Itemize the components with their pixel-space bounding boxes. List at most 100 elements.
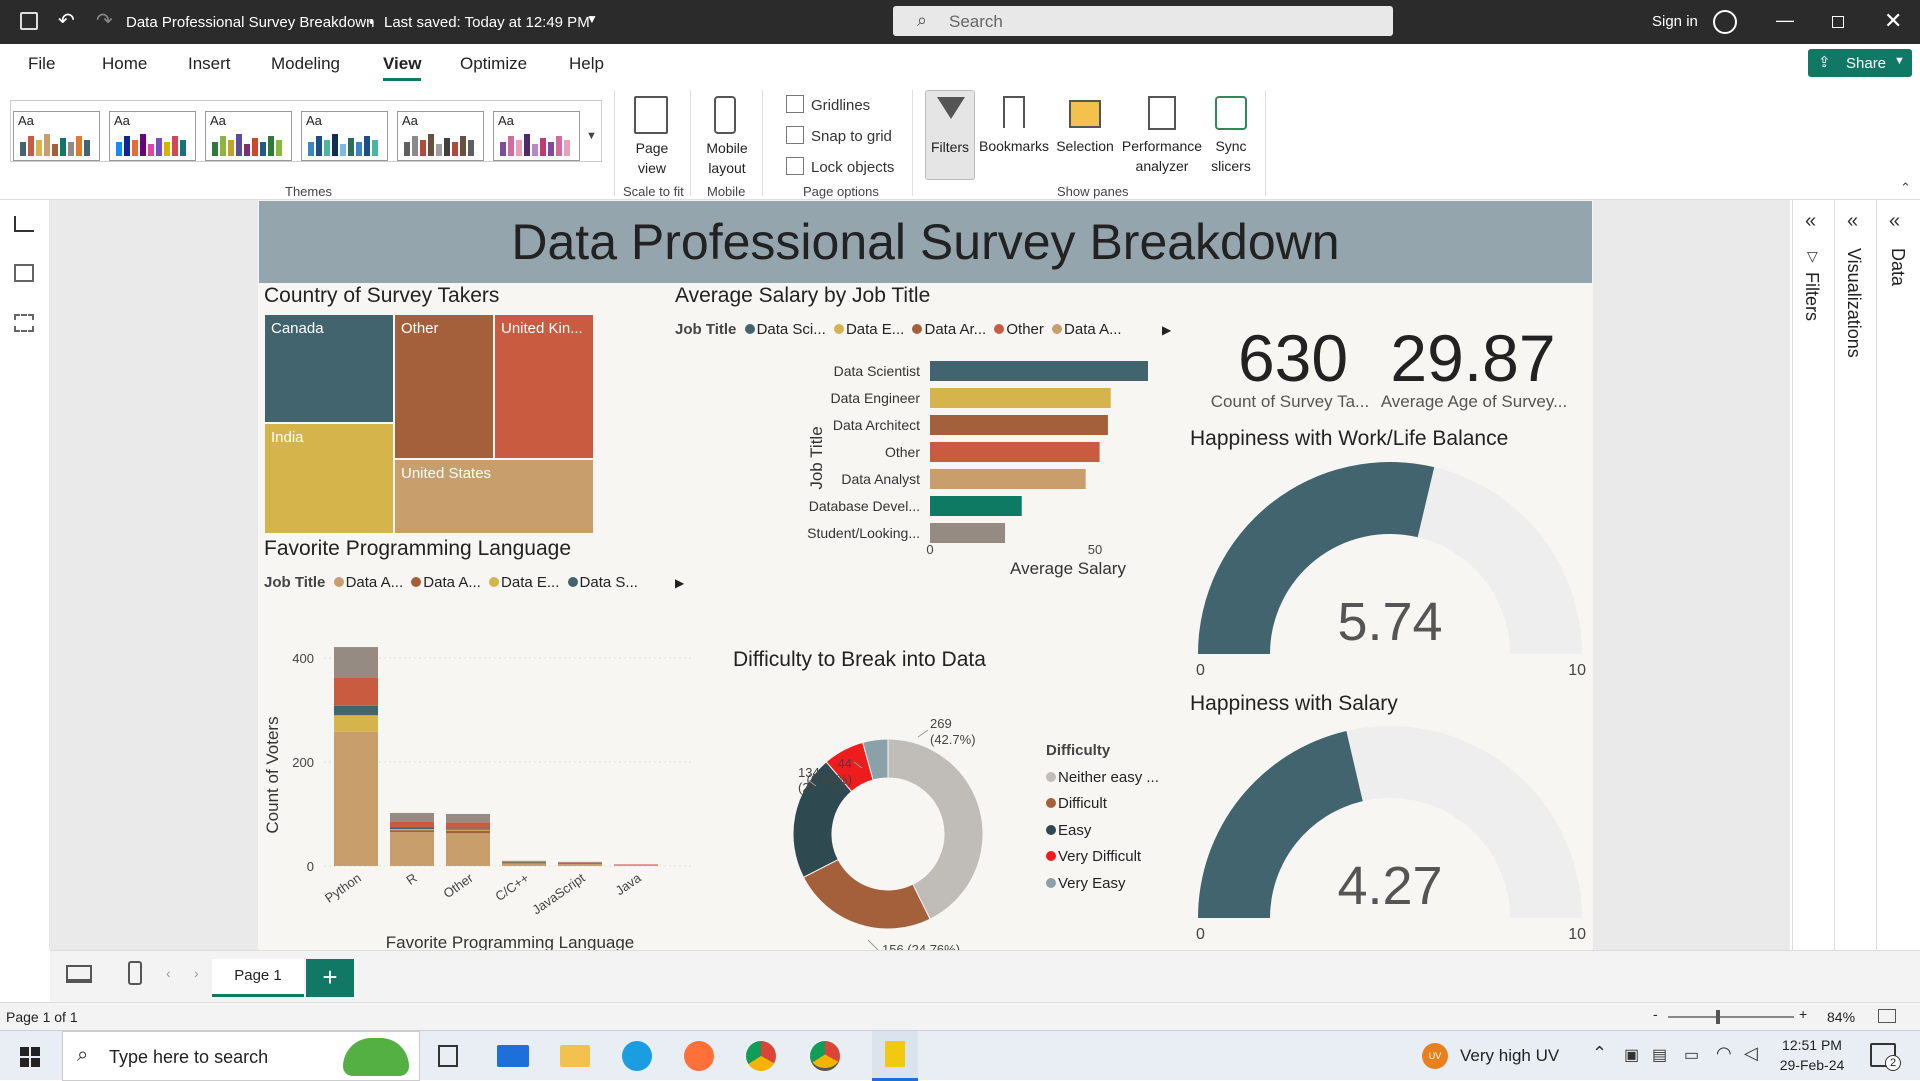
collapse-ribbon-icon[interactable]: ⌃ [1900, 180, 1911, 196]
column-segment[interactable] [334, 731, 378, 866]
meet-icon[interactable]: ▣ [1624, 1045, 1639, 1065]
user-avatar-icon[interactable] [1713, 10, 1737, 34]
legend-item[interactable]: Data Ar... [924, 321, 986, 338]
expand-icon[interactable]: « [1805, 210, 1816, 233]
donut-slice[interactable] [802, 858, 931, 930]
chrome-icon[interactable] [746, 1041, 776, 1071]
salary-chart[interactable]: Data Scientist Data Engineer Data Architec… [668, 348, 1148, 648]
share-button[interactable]: ⇪ Share ▼ [1808, 49, 1912, 77]
column-segment[interactable] [446, 829, 490, 831]
legend-item[interactable]: Neither easy ... [1046, 765, 1159, 792]
column-segment[interactable] [446, 814, 490, 823]
column-segment[interactable] [334, 705, 378, 716]
legend-item[interactable]: Data A... [423, 574, 481, 591]
mail-icon[interactable] [497, 1045, 529, 1067]
fit-page-icon[interactable] [1878, 1009, 1896, 1023]
theme-6[interactable]: Aa [493, 111, 580, 161]
column-segment[interactable] [446, 822, 490, 829]
tile-canada[interactable]: Canada [264, 314, 394, 423]
column-segment[interactable] [558, 863, 602, 866]
selection-button[interactable]: Selection [1053, 90, 1117, 180]
task-view-icon[interactable] [438, 1045, 458, 1067]
column-segment[interactable] [390, 827, 434, 830]
gauge-salary[interactable]: 4.27 0 10 [1190, 718, 1590, 950]
menu-help[interactable]: Help [569, 54, 604, 74]
sign-in-link[interactable]: Sign in [1652, 13, 1698, 30]
zoom-in-icon[interactable]: + [1799, 1006, 1807, 1022]
filters-button[interactable]: Filters [925, 90, 975, 180]
legend-next-icon[interactable]: ▶ [1162, 323, 1171, 337]
expand-icon[interactable]: « [1847, 210, 1858, 233]
zoom-out-icon[interactable]: - [1653, 1006, 1658, 1022]
filters-pane[interactable]: « ▽ Filters [1793, 200, 1835, 950]
column-segment[interactable] [614, 864, 658, 866]
column-segment[interactable] [390, 821, 434, 828]
column-segment[interactable] [558, 862, 602, 863]
taskbar-search[interactable]: ⌕ Type here to search [62, 1031, 420, 1081]
legend-item[interactable]: Very Difficult [1046, 844, 1159, 871]
column-segment[interactable] [446, 830, 490, 834]
redo-icon[interactable]: ↷ [96, 8, 113, 33]
legend-item[interactable]: Very Easy [1046, 871, 1159, 898]
restore-icon[interactable] [1832, 16, 1844, 28]
legend-item[interactable]: Data Sci... [757, 321, 826, 338]
page-view-button[interactable]: Page view [626, 94, 678, 184]
themes-dropdown-icon[interactable]: ▼ [586, 130, 597, 142]
column-segment[interactable] [446, 833, 490, 866]
column-segment[interactable] [390, 832, 434, 866]
theme-2[interactable]: Aa [109, 111, 196, 161]
powerbi-taskbar-icon[interactable] [872, 1031, 918, 1081]
battery-icon[interactable]: ▭ [1684, 1045, 1699, 1065]
tile-india[interactable]: India [264, 423, 394, 534]
legend-item[interactable]: Data A... [346, 574, 404, 591]
add-page-button[interactable]: + [306, 959, 354, 997]
volume-icon[interactable]: ◁ [1744, 1043, 1758, 1064]
desktop-view-icon[interactable] [66, 965, 92, 983]
salary-bar[interactable] [930, 496, 1022, 516]
chrome-profile-icon[interactable] [810, 1041, 840, 1071]
menu-file[interactable]: File [28, 54, 55, 74]
firefox-icon[interactable] [684, 1041, 714, 1071]
tray-chevron-icon[interactable]: ⌃ [1592, 1043, 1607, 1064]
tile-united-states[interactable]: United States [394, 459, 594, 534]
uv-weather-icon[interactable]: UV [1422, 1043, 1448, 1069]
column-segment[interactable] [502, 861, 546, 863]
column-segment[interactable] [502, 861, 546, 862]
data-pane[interactable]: « Data [1877, 200, 1920, 950]
column-segment[interactable] [390, 812, 434, 822]
legend-item[interactable]: Data A... [1064, 321, 1122, 338]
column-segment[interactable] [502, 863, 546, 866]
legend-item[interactable]: Data S... [580, 574, 638, 591]
treemap-chart[interactable]: Canada India Other United Kin... United … [264, 314, 594, 534]
tile-united-kingdom[interactable]: United Kin... [494, 314, 594, 459]
legend-item[interactable]: Easy [1046, 818, 1159, 845]
visualizations-pane[interactable]: « Visualizations [1835, 200, 1877, 950]
theme-1[interactable]: Aa [13, 111, 100, 161]
chevron-down-icon[interactable]: ▼ [586, 12, 598, 26]
legend-item[interactable]: Difficult [1046, 791, 1159, 818]
lock-objects-checkbox[interactable] [786, 157, 804, 175]
wifi-icon[interactable]: ◠ [1716, 1043, 1732, 1064]
report-view-icon[interactable] [14, 216, 34, 232]
column-segment[interactable] [502, 860, 546, 862]
salary-bar[interactable] [930, 415, 1108, 435]
phone-view-icon[interactable] [128, 961, 142, 985]
undo-icon[interactable]: ↶ [58, 8, 75, 33]
column-segment[interactable] [502, 862, 546, 864]
menu-optimize[interactable]: Optimize [460, 54, 527, 74]
clock-date[interactable]: 29-Feb-24 [1778, 1057, 1846, 1073]
search-box[interactable]: ⌕ Search [893, 6, 1393, 36]
salary-bar[interactable] [930, 442, 1100, 462]
table-view-icon[interactable] [14, 264, 34, 282]
lang-chart[interactable]: 0200400Python R Other C/C++JavaScript JavaFa… [258, 620, 698, 952]
legend-item[interactable]: Data E... [846, 321, 904, 338]
salary-bar[interactable] [930, 523, 1006, 543]
close-icon[interactable]: ✕ [1884, 8, 1902, 34]
theme-4[interactable]: Aa [301, 111, 388, 161]
column-segment[interactable] [390, 830, 434, 833]
column-segment[interactable] [334, 677, 378, 706]
theme-3[interactable]: Aa [205, 111, 292, 161]
gridlines-checkbox[interactable] [786, 95, 804, 113]
legend-item[interactable]: Data E... [501, 574, 559, 591]
column-segment[interactable] [334, 647, 378, 678]
